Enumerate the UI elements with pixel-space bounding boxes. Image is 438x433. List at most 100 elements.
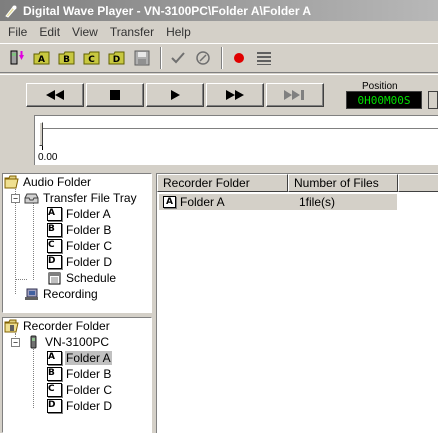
svg-text:A: A xyxy=(38,55,45,65)
check-button[interactable] xyxy=(167,47,189,69)
tree-node-recorder-folder[interactable]: Recorder Folder xyxy=(4,318,111,334)
folder-b-icon: B xyxy=(58,51,75,65)
collapse-toggle[interactable]: − xyxy=(11,338,20,347)
tree-node-schedule[interactable]: Schedule xyxy=(47,270,117,286)
tree-node-recorder-folder-a[interactable]: A Folder A xyxy=(47,350,112,366)
rewind-icon xyxy=(46,90,64,100)
record-icon xyxy=(234,53,244,63)
row-folder-cell: A Folder A xyxy=(163,194,225,210)
folder-c-button[interactable]: C xyxy=(81,47,103,69)
tree-node-audio-folder[interactable]: Audio Folder xyxy=(4,174,92,190)
playback-slider[interactable]: 0.00 xyxy=(34,115,438,165)
app-icon xyxy=(5,5,17,18)
recorder-folder-icon xyxy=(4,319,19,333)
folder-a-icon: A xyxy=(163,196,176,208)
svg-text:C: C xyxy=(88,55,95,65)
folder-d-button[interactable]: D xyxy=(106,47,128,69)
checkmark-icon xyxy=(171,52,185,64)
tree-label: Schedule xyxy=(66,271,117,285)
tree-label: Transfer File Tray xyxy=(43,191,137,205)
tree-node-folder-b[interactable]: B Folder B xyxy=(47,222,112,238)
menu-help[interactable]: Help xyxy=(160,25,197,39)
folder-b-button[interactable]: B xyxy=(56,47,78,69)
tree-label: Folder D xyxy=(66,255,113,269)
slider-track xyxy=(41,128,438,134)
fast-forward-button[interactable] xyxy=(206,83,264,107)
tree-label: Folder C xyxy=(66,383,113,397)
folder-d-icon: D xyxy=(47,255,62,269)
folder-d-icon: D xyxy=(47,399,62,413)
voice-recorder-icon xyxy=(30,335,37,349)
folder-a-icon: A xyxy=(33,51,50,65)
slider-time-label: 0.00 xyxy=(38,152,58,163)
toolbar-separator xyxy=(221,47,223,69)
list-button[interactable] xyxy=(253,47,275,69)
folder-c-icon: C xyxy=(83,51,100,65)
tree-label: Audio Folder xyxy=(23,175,92,189)
rewind-button[interactable] xyxy=(26,83,84,107)
save-icon xyxy=(134,50,150,66)
cancel-button[interactable] xyxy=(192,47,214,69)
toolbar-separator xyxy=(160,47,162,69)
fast-forward-icon xyxy=(226,90,244,100)
menu-transfer[interactable]: Transfer xyxy=(104,25,160,39)
skip-forward-icon xyxy=(284,90,304,100)
collapse-toggle[interactable]: − xyxy=(11,194,20,203)
table-row[interactable]: A Folder A 1file(s) xyxy=(159,194,397,210)
slider-thumb[interactable] xyxy=(39,122,43,146)
slider-tick xyxy=(42,146,43,150)
tree-label: Folder A xyxy=(66,207,111,221)
skip-forward-button[interactable] xyxy=(266,83,324,107)
folder-c-icon: C xyxy=(47,383,62,397)
play-button[interactable] xyxy=(146,83,204,107)
tree-label: Folder B xyxy=(66,367,112,381)
menu-file[interactable]: File xyxy=(2,25,33,39)
tree-node-folder-a[interactable]: A Folder A xyxy=(47,206,112,222)
tree-label: Recording xyxy=(43,287,98,301)
position-display: 0H00M00S xyxy=(346,91,422,109)
tree-node-recorder-folder-c[interactable]: C Folder C xyxy=(47,382,113,398)
file-list-view: Recorder Folder Number of Files A Folder… xyxy=(156,173,438,433)
svg-text:D: D xyxy=(113,55,120,65)
tray-icon xyxy=(24,193,39,204)
transport-panel: Position 0H00M00S 0.00 xyxy=(0,74,438,172)
tree-node-transfer-tray[interactable]: Transfer File Tray xyxy=(24,190,138,206)
tree-label: Folder B xyxy=(66,223,112,237)
list-icon xyxy=(257,52,271,65)
tree-node-recorder-folder-d[interactable]: D Folder D xyxy=(47,398,113,414)
tree-label: Recorder Folder xyxy=(23,319,110,333)
tree-label: Folder A xyxy=(65,351,112,365)
tree-node-folder-d[interactable]: D Folder D xyxy=(47,254,113,270)
tree-label: VN-3100PC xyxy=(45,335,110,349)
tree-node-device[interactable]: VN-3100PC xyxy=(26,334,110,350)
column-header-recorder-folder[interactable]: Recorder Folder xyxy=(157,174,288,192)
cancel-icon xyxy=(196,51,210,65)
recorder-folder-tree: Recorder Folder − VN-3100PC A Folder A B… xyxy=(2,317,152,433)
tree-label: Folder C xyxy=(66,239,113,253)
row-file-count: 1file(s) xyxy=(299,195,336,209)
svg-text:B: B xyxy=(63,55,70,65)
menu-edit[interactable]: Edit xyxy=(33,25,66,39)
position-spin-button[interactable] xyxy=(428,91,438,109)
save-button[interactable] xyxy=(131,47,153,69)
column-header-number-of-files[interactable]: Number of Files xyxy=(288,174,398,192)
tree-node-folder-c[interactable]: C Folder C xyxy=(47,238,113,254)
folder-d-icon: D xyxy=(108,51,125,65)
window-title: Digital Wave Player - VN-3100PC\Folder A… xyxy=(23,3,312,18)
tree-node-recorder-folder-b[interactable]: B Folder B xyxy=(47,366,112,382)
recording-icon xyxy=(25,288,38,300)
stop-icon xyxy=(110,90,120,100)
menu-view[interactable]: View xyxy=(66,25,104,39)
record-button[interactable] xyxy=(228,47,250,69)
transfer-tray-button[interactable] xyxy=(6,47,28,69)
folder-a-button[interactable]: A xyxy=(31,47,53,69)
tree-node-recording[interactable]: Recording xyxy=(24,286,99,302)
audio-folder-tree: Audio Folder − Transfer File Tray A Fold… xyxy=(2,173,152,313)
menu-bar: File Edit View Transfer Help xyxy=(0,21,438,43)
folder-a-icon: A xyxy=(47,351,62,365)
stop-button[interactable] xyxy=(86,83,144,107)
folder-b-icon: B xyxy=(47,367,62,381)
open-folder-icon xyxy=(4,175,19,189)
folder-b-icon: B xyxy=(47,223,62,237)
tree-label: Folder D xyxy=(66,399,113,413)
